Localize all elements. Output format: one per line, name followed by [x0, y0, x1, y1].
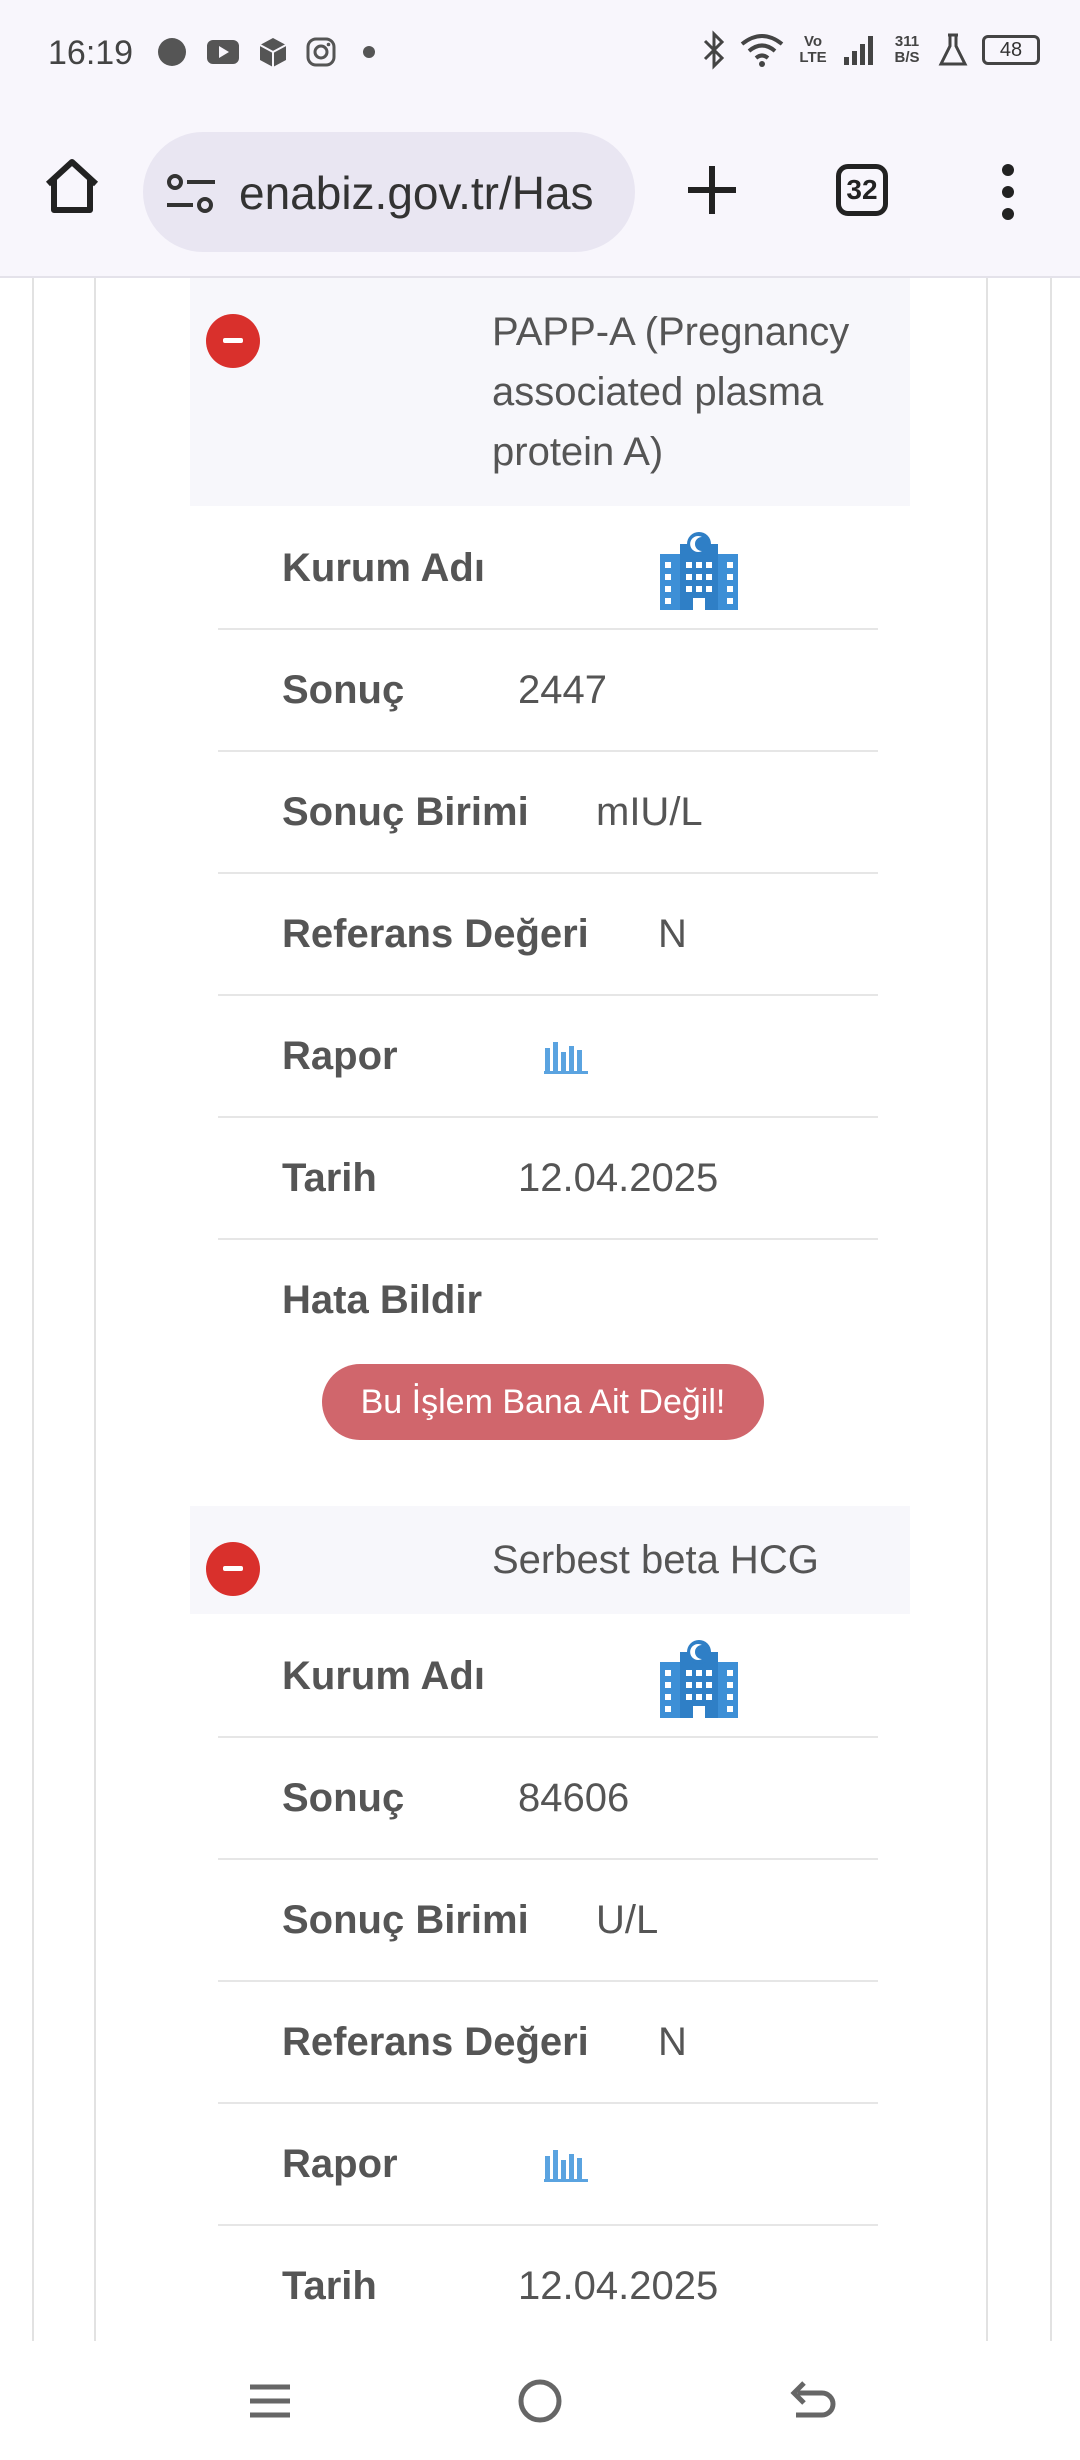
home-icon[interactable] [40, 154, 104, 218]
row-error-report: Hata Bildir Bu İşlem Bana Ait Değil! [218, 1238, 878, 1488]
signal-icon [844, 36, 873, 65]
new-tab-icon[interactable] [684, 162, 740, 218]
youtube-icon [207, 40, 239, 64]
row-unit: Sonuç Birimi U/L [218, 1858, 878, 1982]
more-menu-icon[interactable] [994, 162, 1022, 222]
row-report: Rapor [218, 2102, 878, 2226]
url-text[interactable]: enabiz.gov.tr/Has [239, 166, 594, 220]
report-chart-icon[interactable] [544, 1038, 588, 1074]
result-label: Sonuç [282, 668, 405, 712]
hospital-building-icon[interactable] [658, 530, 740, 612]
wifi-icon [740, 34, 784, 67]
row-institution: Kurum Adı [218, 1614, 878, 1738]
unit-label: Sonuç Birimi [282, 1898, 529, 1942]
not-my-record-button[interactable]: Bu İşlem Bana Ait Değil! [322, 1364, 764, 1440]
test-card-papp-a: PAPP-A (Pregnancy associated plasma prot… [190, 278, 910, 1440]
row-report: Rapor [218, 994, 878, 1118]
volte-label: Vo LTE [799, 33, 827, 66]
row-unit: Sonuç Birimi mIU/L [218, 750, 878, 874]
reference-value: N [658, 912, 687, 956]
bluetooth-icon [703, 30, 725, 70]
hospital-building-icon[interactable] [658, 1638, 740, 1720]
url-bar[interactable]: enabiz.gov.tr/Has [143, 132, 635, 252]
test-header: Serbest beta HCG [190, 1506, 910, 1614]
flask-icon [938, 33, 968, 66]
battery-icon: 48 [982, 35, 1040, 65]
row-institution: Kurum Adı [218, 506, 878, 630]
row-result: Sonuç 84606 [218, 1736, 878, 1860]
system-nav-bar [0, 2341, 1080, 2460]
result-value: 2447 [518, 668, 607, 712]
report-chart-icon[interactable] [544, 2146, 588, 2182]
battery-level: 48 [999, 39, 1023, 61]
back-icon[interactable] [784, 2375, 836, 2427]
report-label: Rapor [282, 1034, 398, 1078]
date-label: Tarih [282, 1156, 377, 1200]
status-time: 16:19 [48, 34, 134, 72]
test-name: PAPP-A (Pregnancy associated plasma prot… [492, 310, 850, 474]
row-result: Sonuç 2447 [218, 628, 878, 752]
date-value: 12.04.2025 [518, 2264, 719, 2308]
row-date: Tarih 12.04.2025 [218, 2224, 878, 2341]
test-header: PAPP-A (Pregnancy associated plasma prot… [190, 278, 910, 506]
site-settings-icon[interactable] [165, 172, 217, 216]
reference-label: Referans Değeri [282, 912, 589, 956]
institution-label: Kurum Adı [282, 546, 485, 590]
reference-label: Referans Değeri [282, 2020, 589, 2064]
unit-label: Sonuç Birimi [282, 790, 529, 834]
collapse-button[interactable] [206, 1542, 260, 1596]
collapse-button[interactable] [206, 314, 260, 368]
unit-value: U/L [596, 1898, 659, 1942]
status-bar: 16:19 Vo LTE 311 B/S 48 [0, 0, 1080, 110]
report-label: Rapor [282, 2142, 398, 2186]
recent-apps-icon[interactable] [244, 2375, 296, 2427]
page-viewport: PAPP-A (Pregnancy associated plasma prot… [0, 278, 1080, 2341]
date-value: 12.04.2025 [518, 1156, 719, 1200]
instagram-icon [306, 37, 336, 67]
error-report-label: Hata Bildir [282, 1278, 483, 1322]
tab-switcher-button[interactable]: 32 [836, 164, 888, 216]
network-speed: 311 B/S [894, 33, 920, 66]
test-card-serbest-beta-hcg: Serbest beta HCG Kurum Adı Sonuç 84606 S… [190, 1506, 910, 2308]
reference-value: N [658, 2020, 687, 2064]
package-icon [259, 38, 287, 67]
row-reference: Referans Değeri N [218, 1980, 878, 2104]
institution-label: Kurum Adı [282, 1654, 485, 1698]
date-label: Tarih [282, 2264, 377, 2308]
circle-icon [158, 38, 186, 66]
result-label: Sonuç [282, 1776, 405, 1820]
row-reference: Referans Değeri N [218, 872, 878, 996]
test-name: Serbest beta HCG [492, 1538, 819, 1582]
row-date: Tarih 12.04.2025 [218, 1116, 878, 1240]
unit-value: mIU/L [596, 790, 703, 834]
home-nav-icon[interactable] [514, 2375, 566, 2427]
dot-icon [363, 46, 375, 58]
browser-toolbar: enabiz.gov.tr/Has 32 [0, 110, 1080, 278]
result-value: 84606 [518, 1776, 630, 1820]
